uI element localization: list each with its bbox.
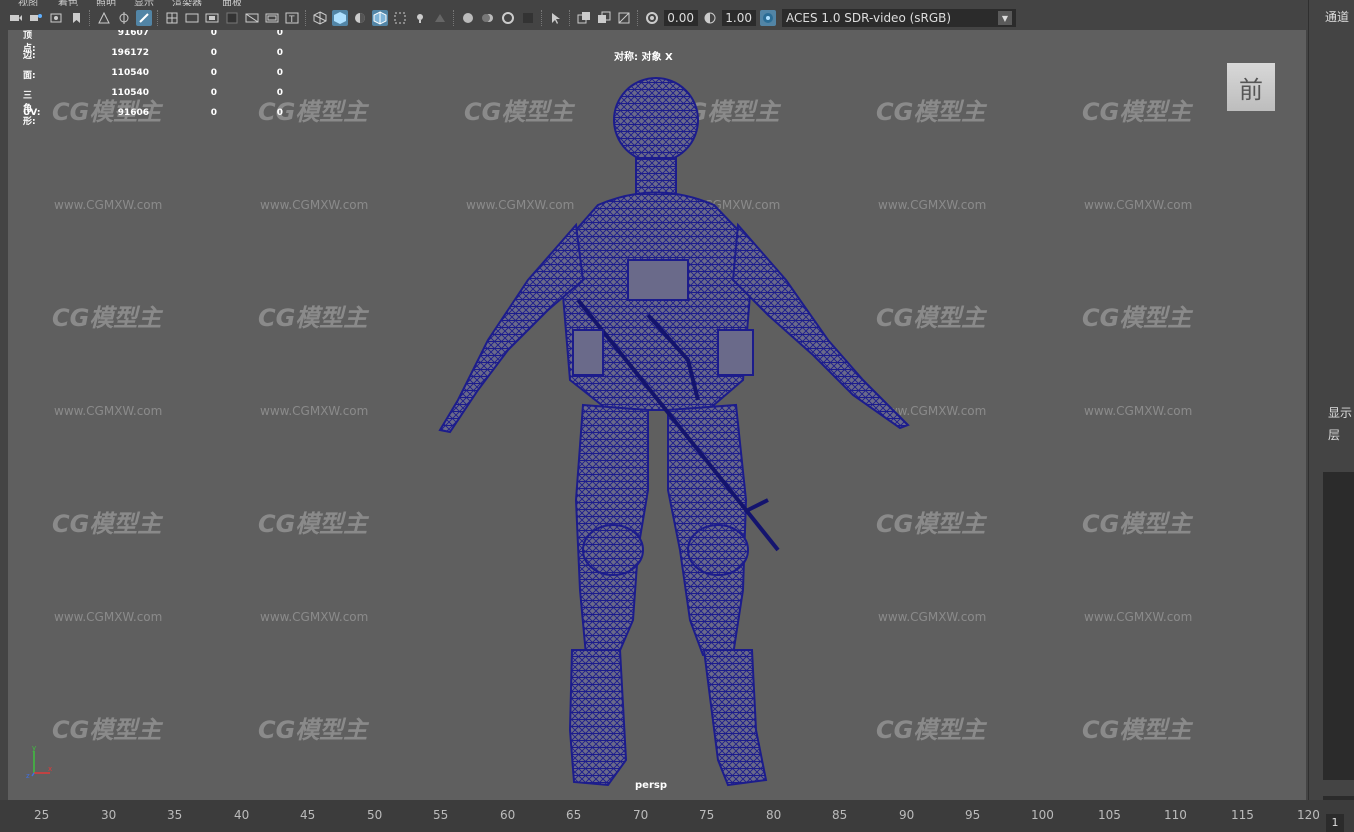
timeline-tick: 100 xyxy=(1031,808,1054,822)
grease-pencil-icon[interactable] xyxy=(136,10,152,26)
viewport-toolbar: T 0.00 1.00 ACES 1.0 SDR-video (sRGB) ▼ xyxy=(0,6,1308,30)
camera-attributes-icon[interactable] xyxy=(28,10,44,26)
timeline-tick: 40 xyxy=(234,808,250,822)
layer-menu[interactable]: 层 xyxy=(1328,426,1340,443)
layer-scrollbar[interactable] xyxy=(1323,780,1354,796)
layer-editor: 显示 层 xyxy=(1319,400,1354,832)
timeline-tick: 45 xyxy=(300,808,316,822)
anti-aliasing-icon[interactable] xyxy=(500,10,516,26)
maya-window: 视图 着色 照明 显示 渲染器 面板 T 0.00 1.00 ACES 1.0 … xyxy=(0,0,1354,832)
timeline-tick: 90 xyxy=(899,808,915,822)
view-transform-select[interactable]: ACES 1.0 SDR-video (sRGB) ▼ xyxy=(782,9,1016,27)
channels-tab[interactable]: 通道 xyxy=(1325,8,1349,25)
timeline-tick: 115 xyxy=(1231,808,1254,822)
toolbar-separator xyxy=(305,10,307,26)
toolbar-separator xyxy=(569,10,571,26)
timeline-tick: 75 xyxy=(699,808,715,822)
view-transform-value: ACES 1.0 SDR-video (sRGB) xyxy=(786,11,952,25)
color-management-icon[interactable] xyxy=(760,10,776,26)
toolbar-separator xyxy=(89,10,91,26)
timeline-tick: 60 xyxy=(500,808,516,822)
isolate-select-icon[interactable] xyxy=(548,10,564,26)
current-frame-field[interactable]: 1 xyxy=(1326,814,1344,832)
ambient-occlusion-icon[interactable] xyxy=(460,10,476,26)
timeline-tick: 110 xyxy=(1164,808,1187,822)
camera-icon[interactable] xyxy=(8,10,24,26)
exposure-field[interactable]: 0.00 xyxy=(664,10,698,26)
wireframe-icon[interactable] xyxy=(312,10,328,26)
lights-icon[interactable] xyxy=(412,10,428,26)
chevron-down-icon[interactable]: ▼ xyxy=(998,11,1012,25)
layer-list[interactable] xyxy=(1323,472,1354,812)
channel-box-panel: 通道 显示 层 xyxy=(1308,0,1354,832)
wireframe-on-shaded-icon[interactable] xyxy=(372,10,388,26)
z-axis-label: z xyxy=(26,772,30,779)
x-axis-label: x xyxy=(48,765,52,773)
timeline-tick: 35 xyxy=(167,808,183,822)
smooth-shade-icon[interactable] xyxy=(332,10,348,26)
depth-of-field-icon[interactable] xyxy=(520,10,536,26)
texture-icon[interactable] xyxy=(616,10,632,26)
film-gate-icon[interactable] xyxy=(184,10,200,26)
timeline-tick: 30 xyxy=(101,808,117,822)
gate-mask-icon[interactable] xyxy=(224,10,240,26)
toolbar-separator xyxy=(453,10,455,26)
y-axis-label: y xyxy=(32,745,36,752)
timeline-tick: 120 xyxy=(1297,808,1320,822)
timeline-tick: 25 xyxy=(34,808,50,822)
timeline-tick: 70 xyxy=(633,808,649,822)
exposure-icon[interactable] xyxy=(644,10,660,26)
two-sided-lighting-icon[interactable] xyxy=(596,10,612,26)
soldier-wireframe-model[interactable] xyxy=(8,30,1306,800)
display-tab[interactable]: 显示 xyxy=(1328,404,1352,421)
z-axis-line xyxy=(31,772,35,777)
xray-icon[interactable] xyxy=(392,10,408,26)
svg-text:T: T xyxy=(288,15,295,25)
gamma-field[interactable]: 1.00 xyxy=(722,10,756,26)
timeline-tick: 65 xyxy=(566,808,582,822)
timeline-tick: 85 xyxy=(832,808,848,822)
field-chart-icon[interactable] xyxy=(244,10,260,26)
timeline-tick: 95 xyxy=(965,808,981,822)
view-cube[interactable]: 前 xyxy=(1227,63,1275,111)
timeline-tick: 80 xyxy=(766,808,782,822)
gamma-icon[interactable] xyxy=(702,10,718,26)
motion-blur-icon[interactable] xyxy=(480,10,496,26)
resolution-gate-icon[interactable] xyxy=(204,10,220,26)
safe-title-icon[interactable]: T xyxy=(284,10,300,26)
toolbar-separator xyxy=(157,10,159,26)
timeline-tick: 105 xyxy=(1098,808,1121,822)
timeline-tick: 50 xyxy=(367,808,383,822)
perspective-viewport[interactable]: CG模型主 CG模型主 CG模型主 CG模型主 CG模型主 CG模型主 www.… xyxy=(8,30,1306,800)
safe-action-icon[interactable] xyxy=(264,10,280,26)
grid-icon[interactable] xyxy=(164,10,180,26)
hud-icon[interactable] xyxy=(576,10,592,26)
timeline-tick: 55 xyxy=(433,808,449,822)
camera-name-label: persp xyxy=(635,780,667,791)
image-plane-icon[interactable] xyxy=(96,10,112,26)
toolbar-separator xyxy=(541,10,543,26)
axis-gizmo: y x z xyxy=(26,745,52,779)
time-slider[interactable]: 25 30 35 40 45 50 55 60 65 70 75 80 85 9… xyxy=(0,800,1354,832)
pan-zoom-icon[interactable] xyxy=(116,10,132,26)
toolbar-separator xyxy=(637,10,639,26)
bookmark-flag-icon[interactable] xyxy=(68,10,84,26)
bookmarks-icon[interactable] xyxy=(48,10,64,26)
shadows-icon[interactable] xyxy=(432,10,448,26)
default-material-icon[interactable] xyxy=(352,10,368,26)
